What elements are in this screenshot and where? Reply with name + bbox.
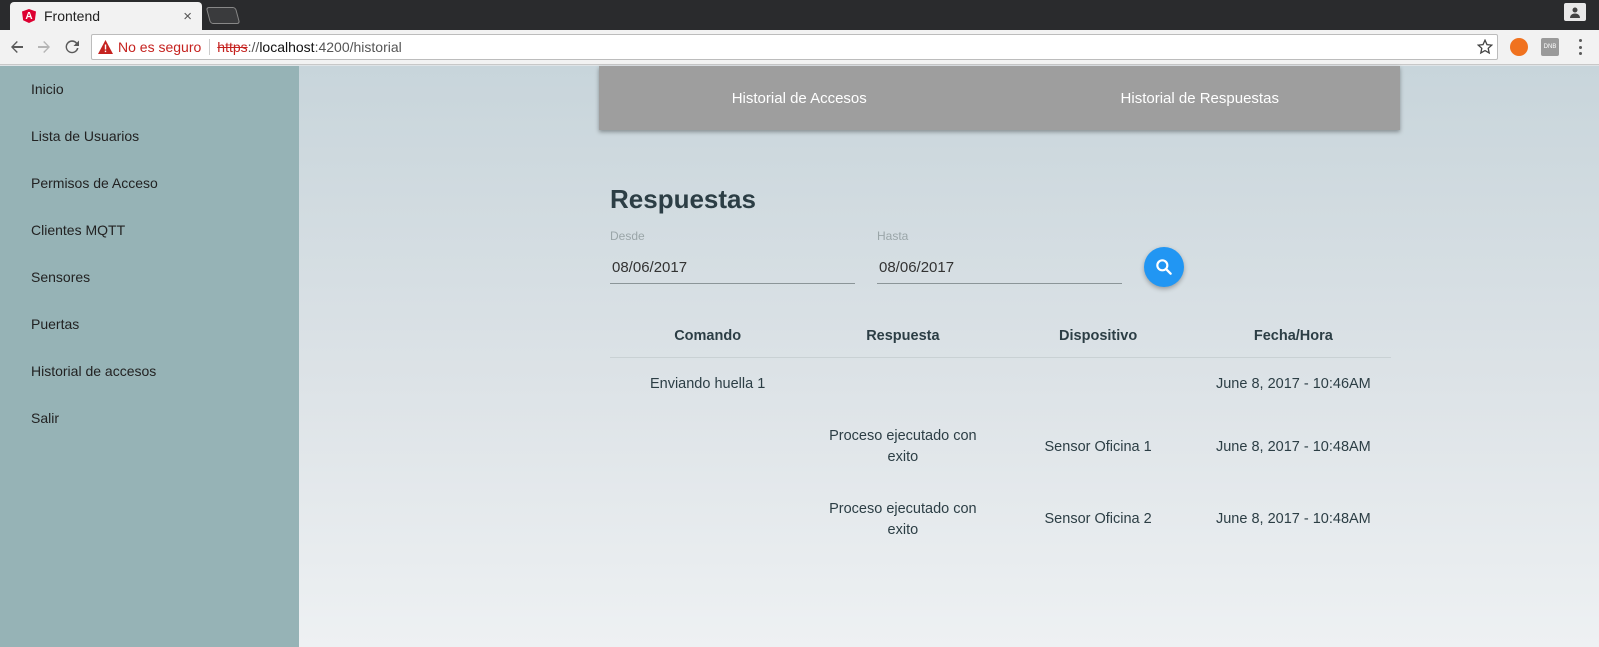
url-host: localhost xyxy=(259,39,315,55)
tab-title: Frontend xyxy=(44,8,101,24)
url-path: :4200/historial xyxy=(314,39,402,55)
desde-input[interactable] xyxy=(610,252,855,284)
table-row: Enviando huella 1 June 8, 2017 - 10:46AM xyxy=(610,358,1391,411)
sidebar-item-historial[interactable]: Historial de accesos xyxy=(31,363,156,379)
column-header-respuesta: Respuesta xyxy=(866,328,940,344)
cell-comando: Enviando huella 1 xyxy=(649,376,766,392)
table-header: Comando Respuesta Dispositivo Fecha/Hora xyxy=(610,315,1391,358)
profile-icon[interactable] xyxy=(1564,3,1586,21)
hasta-input[interactable] xyxy=(877,252,1122,284)
search-button[interactable] xyxy=(1144,247,1184,287)
cell-dispositivo: Sensor Oficina 1 xyxy=(1044,438,1152,455)
tab-historial-respuestas[interactable]: Historial de Respuestas xyxy=(1000,66,1401,130)
omnibox-divider xyxy=(209,39,211,55)
cell-fecha-hora: June 8, 2017 - 10:48AM xyxy=(1215,438,1371,455)
column-header-dispositivo: Dispositivo xyxy=(1059,328,1138,344)
cell-respuesta: Proceso ejecutado con exito xyxy=(829,428,977,465)
browser-toolbar: No es seguro https://localhost:4200/hist… xyxy=(0,30,1599,65)
responses-table: Comando Respuesta Dispositivo Fecha/Hora… xyxy=(610,315,1391,556)
table-row: Proceso ejecutado con exito Sensor Ofici… xyxy=(610,411,1391,483)
cell-fecha-hora: June 8, 2017 - 10:48AM xyxy=(1215,511,1371,527)
angular-favicon-icon: A xyxy=(22,9,36,23)
extension-dnb-icon[interactable]: DNB xyxy=(1541,38,1559,56)
cell-dispositivo: Sensor Oficina 2 xyxy=(1044,511,1152,527)
main-content: Historial de Accesos Historial de Respue… xyxy=(299,66,1599,647)
tab-historial-accesos[interactable]: Historial de Accesos xyxy=(599,66,1000,130)
cell-fecha-hora: June 8, 2017 - 10:46AM xyxy=(1215,376,1371,392)
history-tabs: Historial de Accesos Historial de Respue… xyxy=(599,66,1400,130)
sidebar-item-mqtt[interactable]: Clientes MQTT xyxy=(31,222,125,238)
cell-respuesta: Proceso ejecutado con exito xyxy=(829,500,977,538)
sidebar-item-sensores[interactable]: Sensores xyxy=(31,269,90,285)
warning-icon xyxy=(98,40,113,54)
page-title: Respuestas xyxy=(610,184,756,214)
browser-tabstrip: A Frontend × xyxy=(0,0,1599,30)
sidebar: Inicio Lista de Usuarios Permisos de Acc… xyxy=(0,66,299,647)
sidebar-item-inicio[interactable]: Inicio xyxy=(31,81,64,97)
address-bar[interactable]: No es seguro https://localhost:4200/hist… xyxy=(91,34,1498,60)
column-header-fecha-hora: Fecha/Hora xyxy=(1253,328,1333,344)
hasta-label: Hasta xyxy=(877,229,909,243)
desde-field: Desde xyxy=(610,229,855,289)
column-header-comando: Comando xyxy=(674,328,742,344)
back-button[interactable] xyxy=(7,37,27,57)
sidebar-item-usuarios[interactable]: Lista de Usuarios xyxy=(31,128,139,144)
security-status[interactable]: No es seguro xyxy=(118,39,201,55)
tab-close-icon[interactable]: × xyxy=(183,8,192,25)
star-icon[interactable] xyxy=(1477,39,1493,55)
url-scheme: https xyxy=(217,39,248,55)
reload-button[interactable] xyxy=(62,37,82,57)
extension-icon[interactable] xyxy=(1510,38,1528,56)
browser-tab[interactable]: A Frontend × xyxy=(10,2,202,30)
hasta-field: Hasta xyxy=(877,229,1122,289)
arrow-right-icon xyxy=(38,41,50,53)
search-icon xyxy=(1156,259,1172,275)
sidebar-item-salir[interactable]: Salir xyxy=(31,410,59,426)
url-text[interactable]: https://localhost:4200/historial xyxy=(217,39,401,55)
new-tab-button[interactable] xyxy=(205,7,241,24)
arrow-left-icon xyxy=(11,41,23,53)
desde-label: Desde xyxy=(610,229,645,243)
sidebar-item-puertas[interactable]: Puertas xyxy=(31,316,79,332)
url-separator: :// xyxy=(247,39,260,55)
sidebar-item-permisos[interactable]: Permisos de Acceso xyxy=(31,175,158,191)
forward-button[interactable] xyxy=(34,37,54,57)
browser-menu-icon[interactable] xyxy=(1576,39,1584,55)
reload-icon xyxy=(65,40,79,54)
table-row: Proceso ejecutado con exito Sensor Ofici… xyxy=(610,483,1391,556)
